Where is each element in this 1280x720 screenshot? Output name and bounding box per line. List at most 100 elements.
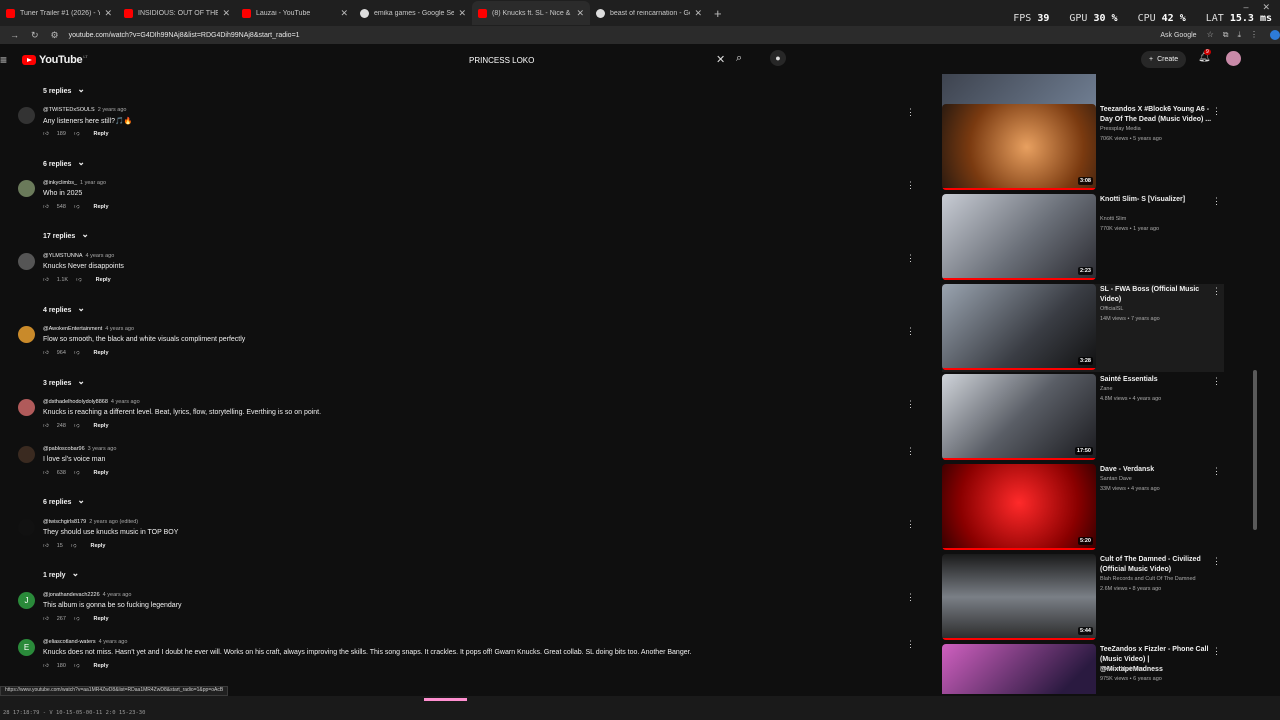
like-icon[interactable]: 👍︎	[43, 204, 49, 210]
scrollbar-thumb[interactable]	[1253, 370, 1257, 530]
comment-more-icon[interactable]: ⋮	[906, 519, 915, 530]
download-icon[interactable]: ⤓	[1237, 30, 1241, 40]
recommended-video[interactable]: TeeZandos x Fizzler - Phone Call (Music …	[942, 644, 1224, 694]
close-tab-icon[interactable]: ✕	[694, 8, 702, 19]
notifications-bell-icon[interactable]: 🔔︎ 9	[1198, 49, 1211, 63]
channel-name[interactable]: Blah Records and Cult Of The Damned	[1100, 576, 1196, 582]
close-tab-icon[interactable]: ✕	[458, 8, 466, 19]
new-tab-icon[interactable]: +	[714, 6, 722, 21]
reply-button[interactable]: Reply	[94, 204, 109, 210]
account-avatar[interactable]	[1226, 51, 1241, 66]
close-tab-icon[interactable]: ✕	[104, 8, 112, 19]
commenter-avatar[interactable]	[18, 399, 35, 416]
search-input[interactable]: PRINCESS LOKO ✕	[462, 50, 732, 70]
clear-search-icon[interactable]: ✕	[716, 53, 725, 66]
video-title[interactable]: SL - FWA Boss (Official Music Video)	[1100, 285, 1212, 305]
reply-button[interactable]: Reply	[94, 663, 109, 669]
reply-button[interactable]: Reply	[96, 277, 111, 283]
comment-author[interactable]: @inkyclimbs_	[43, 180, 77, 186]
ask-google-button[interactable]: Ask Google	[1160, 32, 1196, 39]
extensions-icon[interactable]: ⧉	[1223, 30, 1229, 40]
dislike-icon[interactable]: 👎︎	[74, 616, 80, 622]
video-thumbnail[interactable]: 3:28	[942, 284, 1096, 370]
like-icon[interactable]: 👍︎	[43, 616, 49, 622]
profile-avatar[interactable]	[1270, 30, 1280, 40]
bookmark-star-icon[interactable]: ☆	[1207, 30, 1214, 40]
recommended-video[interactable]: 3:28 SL - FWA Boss (Official Music Video)…	[942, 284, 1224, 372]
commenter-avatar[interactable]	[18, 446, 35, 463]
video-more-icon[interactable]: ⋮	[1212, 106, 1221, 117]
dislike-icon[interactable]: 👎︎	[71, 543, 77, 549]
like-icon[interactable]: 👍︎	[43, 350, 49, 356]
commenter-avatar[interactable]	[18, 180, 35, 197]
comment-more-icon[interactable]: ⋮	[906, 326, 915, 337]
video-thumbnail[interactable]: 5:44	[942, 554, 1096, 640]
reply-button[interactable]: Reply	[94, 350, 109, 356]
browser-tab[interactable]: INSIDIOUS: OUT OF THE FURTHER✕	[118, 1, 236, 25]
commenter-avatar[interactable]: E	[18, 639, 35, 656]
channel-name[interactable]: Knotti Slim	[1100, 216, 1126, 222]
replies-toggle[interactable]: 4 replies ⌄	[43, 303, 85, 314]
hamburger-menu-icon[interactable]: ≡	[0, 53, 14, 67]
comment-more-icon[interactable]: ⋮	[906, 446, 915, 457]
commenter-avatar[interactable]: J	[18, 592, 35, 609]
video-thumbnail[interactable]: 2:23	[942, 194, 1096, 280]
comment-author[interactable]: @AwokenEntertainment	[43, 326, 102, 332]
browser-tab-active[interactable]: (8) Knucks ft. SL - Nice & G ✕	[472, 1, 590, 25]
dislike-icon[interactable]: 👎︎	[74, 423, 80, 429]
reply-button[interactable]: Reply	[94, 131, 109, 137]
video-thumbnail[interactable]: 17:50	[942, 374, 1096, 460]
video-more-icon[interactable]: ⋮	[1212, 196, 1221, 207]
video-title[interactable]: Dave - Verdansk	[1100, 465, 1212, 475]
commenter-avatar[interactable]	[18, 253, 35, 270]
like-icon[interactable]: 👍︎	[43, 423, 49, 429]
microphone-icon[interactable]: ●	[770, 50, 786, 66]
comment-author[interactable]: @dsthadelhodolydoly8868	[43, 399, 108, 405]
dislike-icon[interactable]: 👎︎	[74, 663, 80, 669]
dislike-icon[interactable]: 👎︎	[74, 131, 80, 137]
replies-toggle[interactable]: 6 replies ⌄	[43, 495, 85, 506]
create-button[interactable]: + Create	[1141, 51, 1187, 68]
commenter-avatar[interactable]	[18, 519, 35, 536]
replies-toggle[interactable]: 6 replies ⌄	[43, 157, 85, 168]
video-more-icon[interactable]: ⋮	[1212, 646, 1221, 657]
reply-button[interactable]: Reply	[94, 470, 109, 476]
url-field[interactable]: youtube.com/watch?v=G4DIh99NAj8&list=RDG…	[69, 32, 1161, 39]
video-more-icon[interactable]: ⋮	[1212, 376, 1221, 387]
menu-icon[interactable]: ⋮	[1250, 30, 1258, 40]
like-icon[interactable]: 👍︎	[43, 277, 49, 283]
comment-author[interactable]: @twischgirls8179	[43, 519, 86, 525]
reload-icon[interactable]: ↻	[31, 30, 39, 41]
comment-more-icon[interactable]: ⋮	[906, 107, 915, 118]
comment-more-icon[interactable]: ⋮	[906, 592, 915, 603]
dislike-icon[interactable]: 👎︎	[74, 204, 80, 210]
browser-tab[interactable]: emika games - Google Search✕	[354, 1, 472, 25]
comment-author[interactable]: @eliascotland-waters	[43, 639, 96, 645]
channel-name[interactable]: Santan Dave	[1100, 476, 1132, 482]
comment-author[interactable]: @TWISTEDxSOULS	[43, 107, 95, 113]
video-thumbnail[interactable]: 5:20	[942, 464, 1096, 550]
dislike-icon[interactable]: 👎︎	[74, 350, 80, 356]
dislike-icon[interactable]: 👎︎	[74, 470, 80, 476]
replies-toggle[interactable]: 3 replies ⌄	[43, 376, 85, 387]
channel-name[interactable]: OfficialSL	[1100, 306, 1123, 312]
recommended-video[interactable]: 17:50 Sainté Essentials Zane 4.8M views • 4…	[942, 374, 1224, 462]
comment-more-icon[interactable]: ⋮	[906, 180, 915, 191]
comment-author[interactable]: @pabloscobar96	[43, 446, 85, 452]
video-title[interactable]: Sainté Essentials	[1100, 375, 1212, 385]
recommended-video[interactable]: 2:23 Knotti Slim- S [Visualizer] Knotti Sl…	[942, 194, 1224, 282]
reply-button[interactable]: Reply	[90, 543, 105, 549]
search-icon[interactable]: ⌕	[736, 52, 742, 65]
reply-button[interactable]: Reply	[94, 616, 109, 622]
dislike-icon[interactable]: 👎︎	[76, 277, 82, 283]
channel-name[interactable]: Zane	[1100, 386, 1113, 392]
video-thumbnail[interactable]: 3:08	[942, 104, 1096, 190]
close-window-icon[interactable]: ✕	[1262, 2, 1270, 13]
recommended-video[interactable]: 3:08 Teezandos X #Block6 Young A6 - Day O…	[942, 104, 1224, 192]
channel-name[interactable]: Pressplay Media	[1100, 126, 1141, 132]
site-info-icon[interactable]: ⚙	[51, 30, 59, 41]
recommended-video[interactable]: 5:44 Cult of The Damned - Civilized (Offi…	[942, 554, 1224, 642]
video-more-icon[interactable]: ⋮	[1212, 556, 1221, 567]
minimize-icon[interactable]: –	[1243, 2, 1248, 13]
replies-toggle[interactable]: 1 reply ⌄	[43, 568, 79, 579]
